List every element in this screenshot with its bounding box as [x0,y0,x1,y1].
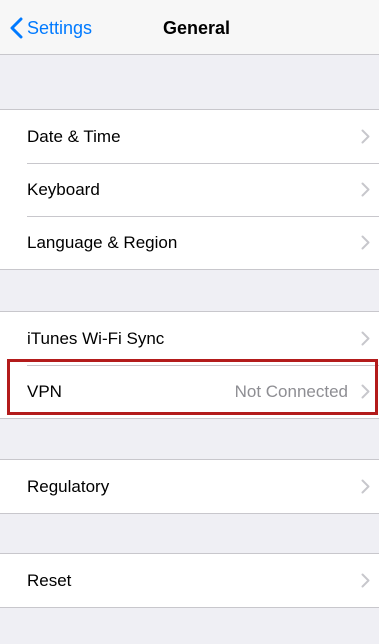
chevron-right-icon [361,235,370,250]
row-label: iTunes Wi-Fi Sync [27,329,165,348]
row-label: Date & Time [27,127,121,146]
vpn-status: Not Connected [234,382,348,401]
chevron-right-icon [361,479,370,494]
page-title: General [163,18,231,38]
chevron-left-icon [10,17,23,39]
row-label: VPN [27,382,62,401]
chevron-right-icon [361,573,370,588]
chevron-right-icon [361,182,370,197]
settings-group-3: Regulatory [0,459,379,514]
row-vpn[interactable]: VPN Not Connected [0,365,379,418]
row-reset[interactable]: Reset [0,554,379,607]
chevron-right-icon [361,331,370,346]
row-regulatory[interactable]: Regulatory [0,460,379,513]
chevron-right-icon [361,129,370,144]
settings-group-2: iTunes Wi-Fi Sync VPN Not Connected [0,311,379,419]
chevron-right-icon [361,384,370,399]
navigation-bar: Settings General [0,0,379,55]
row-language-region[interactable]: Language & Region [0,216,379,269]
row-keyboard[interactable]: Keyboard [0,163,379,216]
row-itunes-wifi-sync[interactable]: iTunes Wi-Fi Sync [0,312,379,365]
row-label: Regulatory [27,477,110,496]
row-label: Reset [27,571,72,590]
general-settings-screen: Settings General Date & Time Keyboard La… [0,0,379,644]
back-button[interactable]: Settings [10,14,92,42]
settings-group-4: Reset [0,553,379,608]
settings-group-1: Date & Time Keyboard Language & Region [0,109,379,270]
row-label: Keyboard [27,180,100,199]
back-button-label: Settings [27,18,93,38]
row-label: Language & Region [27,233,178,252]
row-date-time[interactable]: Date & Time [0,110,379,163]
